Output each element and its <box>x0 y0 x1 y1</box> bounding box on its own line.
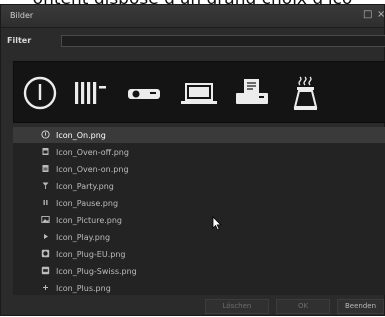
list-item[interactable]: Icon_On.png <box>13 127 385 143</box>
list-item[interactable]: Icon_Play.png <box>13 229 385 245</box>
printer-icon <box>236 79 268 104</box>
icon-bar-item-projector[interactable] <box>124 72 164 114</box>
file-name: Icon_Oven-off.png <box>56 148 129 157</box>
power-icon <box>41 130 50 139</box>
projector-icon <box>128 89 160 99</box>
mouse-cursor-icon <box>212 216 222 231</box>
delete-button[interactable]: Löschen <box>205 299 269 314</box>
pause-icon <box>41 198 50 207</box>
list-item[interactable]: Icon_Pause.png <box>13 195 385 211</box>
file-name: Icon_Plus.png <box>56 284 111 293</box>
file-name: Icon_On.png <box>56 131 106 140</box>
plug-swiss-icon <box>41 266 50 275</box>
filter-label: Filter <box>7 36 32 45</box>
icon-preview-bar <box>13 61 385 123</box>
file-name: Icon_Plug-Swiss.png <box>56 267 137 276</box>
party-icon <box>41 181 50 190</box>
file-name: Icon_Oven-on.png <box>56 165 129 174</box>
icon-bar-item-coffee-maker[interactable] <box>285 72 325 114</box>
file-name: Icon_Picture.png <box>56 216 123 225</box>
close-button[interactable]: × <box>377 9 385 20</box>
icon-bar-item-power[interactable] <box>20 72 60 114</box>
ok-button[interactable]: OK <box>276 299 330 314</box>
list-item[interactable]: Icon_Oven-on.png <box>13 161 385 177</box>
oven-on-icon <box>41 164 50 173</box>
list-item[interactable]: Icon_Picture.png <box>13 212 385 228</box>
power-icon <box>23 76 57 110</box>
oven-icon <box>41 147 50 156</box>
images-dialog: Bilder □ × Filter Icon_On.png Icon_Oven-… <box>0 4 385 316</box>
icon-bar-item-laptop[interactable] <box>179 72 219 114</box>
filter-input[interactable] <box>61 35 385 47</box>
restore-button[interactable]: □ <box>363 9 372 20</box>
play-icon <box>41 232 50 241</box>
coffee-maker-icon <box>293 76 318 110</box>
dialog-footer: Löschen OK Beenden <box>1 295 384 317</box>
file-name: Icon_Play.png <box>56 233 111 242</box>
dialog-title: Bilder <box>10 11 34 20</box>
file-name: Icon_Party.png <box>56 182 114 191</box>
icon-bar-item-radiator[interactable] <box>72 72 110 114</box>
list-item[interactable]: Icon_Plus.png <box>13 280 385 295</box>
laptop-icon <box>181 83 217 104</box>
file-name: Icon_Plug-EU.png <box>56 250 126 259</box>
list-item[interactable]: Icon_Oven-off.png <box>13 144 385 160</box>
radiator-icon <box>75 82 106 104</box>
list-item[interactable]: Icon_Party.png <box>13 178 385 194</box>
exit-button[interactable]: Beenden <box>337 299 384 314</box>
file-name: Icon_Pause.png <box>56 199 119 208</box>
title-bar[interactable]: Bilder □ × <box>1 5 385 28</box>
file-list[interactable]: Icon_On.png Icon_Oven-off.png Icon_Oven-… <box>13 127 385 295</box>
plug-eu-icon <box>41 249 50 258</box>
icon-bar-item-printer[interactable] <box>232 72 272 114</box>
list-item[interactable]: Icon_Plug-Swiss.png <box>13 263 385 279</box>
list-item[interactable]: Icon_Plug-EU.png <box>13 246 385 262</box>
picture-icon <box>41 215 50 224</box>
plus-icon <box>41 283 50 292</box>
